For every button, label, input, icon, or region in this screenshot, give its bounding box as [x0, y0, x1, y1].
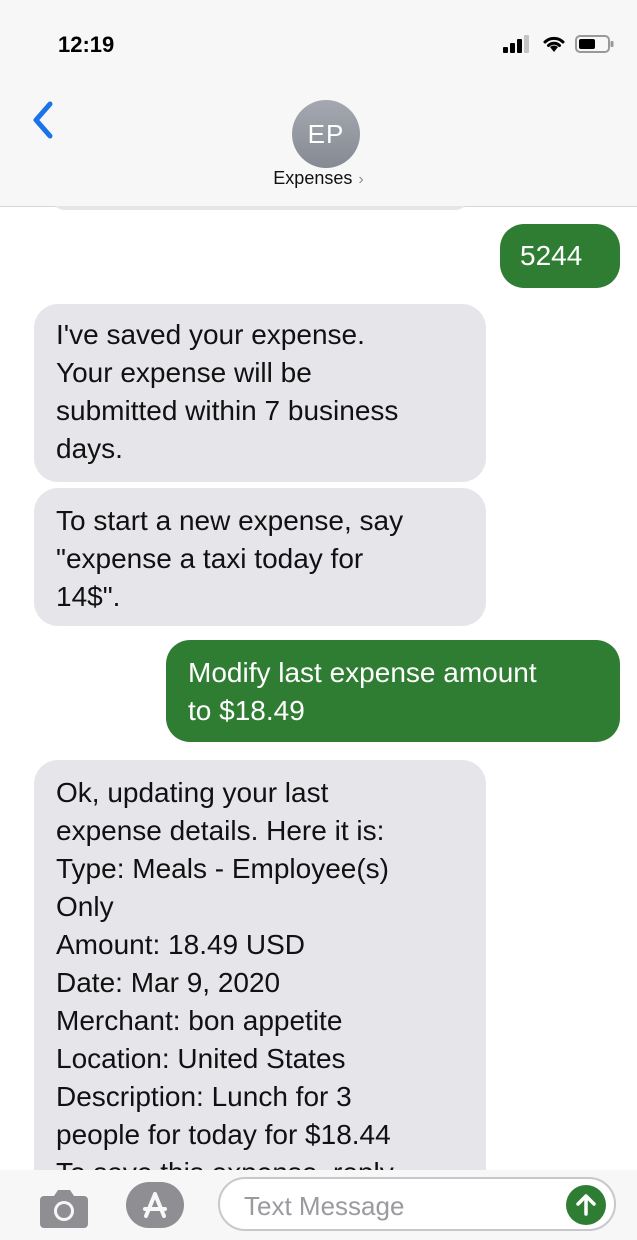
message-text: I've saved your expense. Your expense wi…	[56, 319, 399, 464]
message-input-bar: Text Message	[0, 1170, 637, 1240]
battery-icon	[575, 35, 614, 53]
previous-message-bubble	[50, 206, 470, 210]
status-bar: 12:19	[0, 0, 637, 80]
incoming-message[interactable]: I've saved your expense. Your expense wi…	[34, 304, 486, 482]
message-text: Ok, updating your last expense details. …	[56, 777, 394, 1170]
text-message-placeholder: Text Message	[244, 1191, 405, 1221]
wifi-icon	[543, 36, 565, 52]
status-time: 12:19	[58, 32, 115, 57]
conversation-header: EP Expenses ›	[0, 80, 637, 207]
outgoing-message[interactable]: Modify last expense amount to $18.49	[166, 640, 620, 742]
incoming-message[interactable]: To start a new expense, say "expense a t…	[34, 488, 486, 626]
text-message-input[interactable]: Text Message	[218, 1177, 616, 1231]
send-arrow-icon	[576, 1194, 596, 1216]
contact-name-button[interactable]: Expenses ›	[0, 168, 637, 189]
chevron-right-icon: ›	[358, 171, 364, 188]
message-text: To start a new expense, say "expense a t…	[56, 505, 404, 612]
contact-name: Expenses	[273, 168, 353, 188]
contact-avatar[interactable]: EP	[292, 100, 360, 168]
camera-icon[interactable]	[38, 1184, 90, 1230]
outgoing-message[interactable]: 5244	[500, 224, 620, 288]
signal-icon	[503, 35, 529, 53]
send-button[interactable]	[566, 1185, 606, 1225]
status-icons	[503, 34, 615, 54]
back-chevron-icon[interactable]	[26, 98, 60, 142]
app-store-icon[interactable]	[124, 1180, 186, 1230]
message-thread[interactable]: 5244 I've saved your expense. Your expen…	[0, 206, 637, 1170]
avatar-initials: EP	[307, 118, 345, 149]
message-text: Modify last expense amount to $18.49	[188, 657, 537, 726]
incoming-message[interactable]: Ok, updating your last expense details. …	[34, 760, 486, 1170]
message-text: 5244	[520, 240, 583, 271]
